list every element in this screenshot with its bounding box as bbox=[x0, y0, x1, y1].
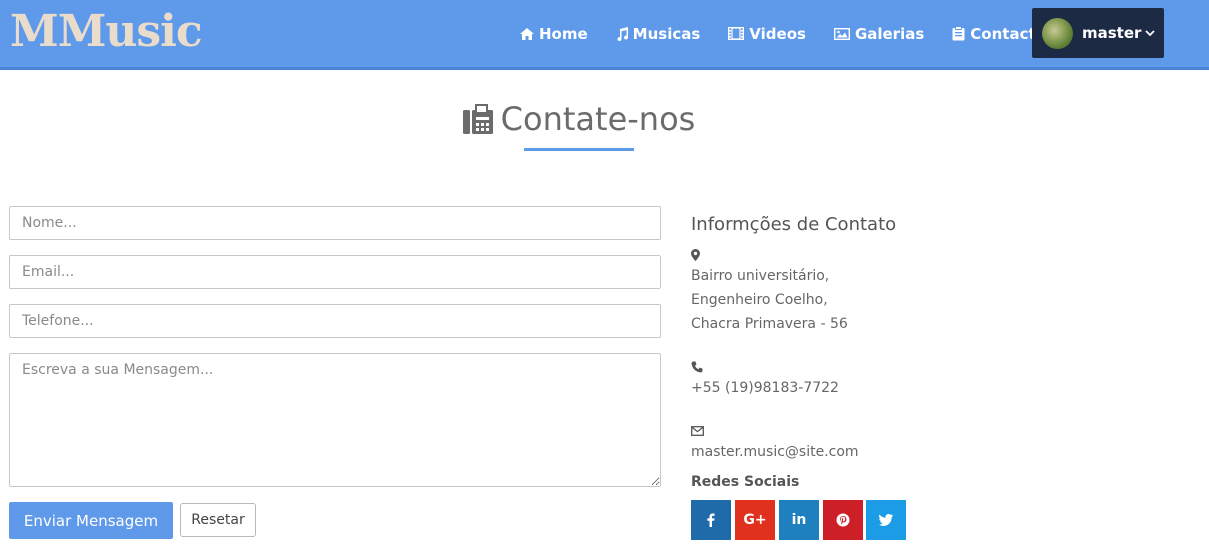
send-message-button[interactable]: Enviar Mensagem bbox=[9, 502, 173, 539]
facebook-button[interactable] bbox=[691, 500, 731, 540]
linkedin-icon: in bbox=[791, 512, 807, 528]
linkedin-button[interactable]: in bbox=[779, 500, 819, 540]
address-line: Bairro universitário, bbox=[691, 268, 830, 284]
pinterest-button[interactable] bbox=[823, 500, 863, 540]
film-icon bbox=[728, 27, 745, 40]
nav-label: Home bbox=[539, 24, 588, 43]
twitter-button[interactable] bbox=[866, 500, 906, 540]
user-name: master bbox=[1082, 24, 1142, 42]
name-field[interactable] bbox=[9, 206, 661, 240]
music-icon bbox=[617, 26, 628, 41]
chevron-down-icon bbox=[1145, 29, 1156, 36]
envelope-icon bbox=[691, 426, 704, 436]
address-line: Engenheiro Coelho, bbox=[691, 292, 828, 308]
image-icon bbox=[833, 27, 850, 40]
nav-item-galerias[interactable]: Galerias bbox=[833, 24, 925, 43]
phone-icon bbox=[691, 361, 703, 373]
nav-item-videos[interactable]: Videos bbox=[728, 25, 806, 43]
top-navbar: MMusic Home Musicas Videos Galerias Cont… bbox=[0, 0, 1209, 70]
message-textarea[interactable] bbox=[9, 353, 661, 487]
avatar bbox=[1042, 17, 1073, 49]
brand-logo[interactable]: MMusic bbox=[10, 6, 203, 57]
nav-item-musicas[interactable]: Musicas bbox=[616, 24, 701, 43]
page-title-text: Contate-nos bbox=[500, 100, 696, 138]
twitter-icon bbox=[879, 514, 893, 526]
main-nav: Home Musicas Videos Galerias Contacto bbox=[520, 0, 1074, 67]
nav-label: Videos bbox=[749, 24, 806, 43]
title-underline bbox=[524, 148, 634, 151]
nav-label: Musicas bbox=[632, 24, 701, 43]
google-plus-icon: G+ bbox=[743, 512, 767, 528]
nav-label: Galerias bbox=[854, 24, 925, 43]
page-title: Contate-nos bbox=[0, 100, 1158, 138]
phone-number: +55 (19)98183-7722 bbox=[691, 380, 839, 396]
pinterest-icon bbox=[836, 513, 850, 527]
fax-icon bbox=[462, 104, 493, 134]
email-address[interactable]: master.music@site.com bbox=[691, 444, 859, 460]
nav-item-home[interactable]: Home bbox=[520, 25, 588, 43]
reset-button[interactable]: Resetar bbox=[180, 503, 256, 537]
contact-info-title: Informções de Contato bbox=[691, 214, 897, 235]
clipboard-icon bbox=[952, 26, 965, 41]
user-menu-dropdown[interactable]: master bbox=[1032, 8, 1164, 58]
facebook-icon bbox=[707, 513, 715, 527]
phone-field[interactable] bbox=[9, 304, 661, 338]
google-plus-button[interactable]: G+ bbox=[735, 500, 775, 540]
email-field[interactable] bbox=[9, 255, 661, 289]
address-line: Chacra Primavera - 56 bbox=[691, 316, 848, 332]
map-marker-icon bbox=[691, 249, 700, 261]
social-title: Redes Sociais bbox=[691, 474, 800, 490]
home-icon bbox=[520, 27, 534, 40]
